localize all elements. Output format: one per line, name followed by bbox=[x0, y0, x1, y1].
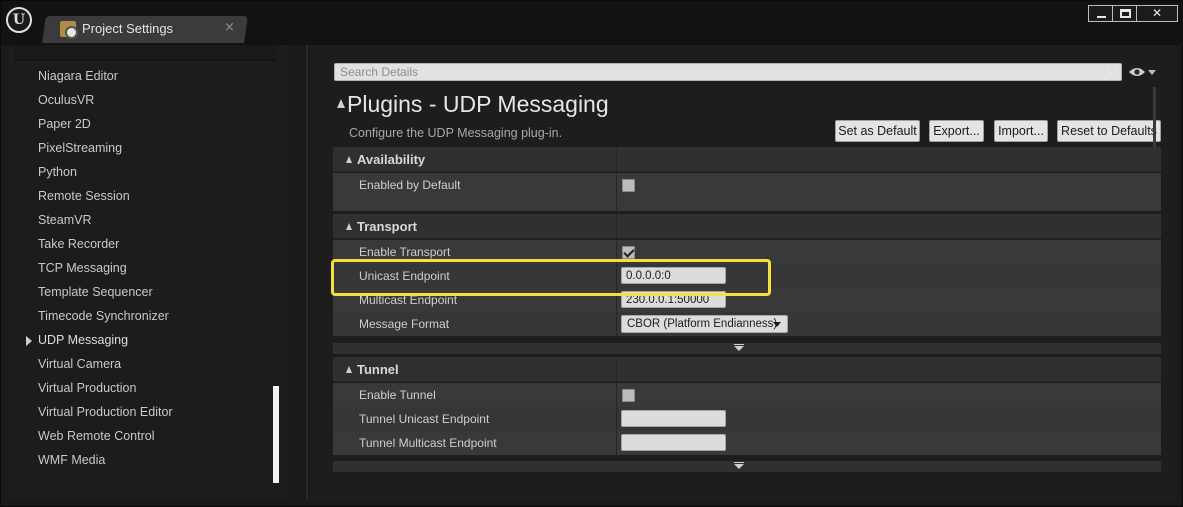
column-splitter[interactable] bbox=[616, 214, 617, 238]
property-tunnel-unicast-endpoint: Tunnel Unicast Endpoint bbox=[333, 407, 1161, 431]
column-splitter[interactable] bbox=[616, 264, 617, 288]
settings-icon bbox=[60, 21, 78, 39]
category-collapse-icon bbox=[346, 223, 352, 230]
column-splitter[interactable] bbox=[616, 173, 617, 211]
property-label: Multicast Endpoint bbox=[359, 293, 458, 307]
category-label: Tunnel bbox=[357, 362, 399, 377]
sidebar-item-virtual-production[interactable]: Virtual Production bbox=[38, 381, 136, 395]
property-label: Unicast Endpoint bbox=[359, 269, 450, 283]
property-enable-tunnel: Enable Tunnel bbox=[333, 383, 1161, 407]
column-splitter[interactable] bbox=[616, 240, 617, 264]
sidebar-item-take-recorder[interactable]: Take Recorder bbox=[38, 237, 119, 251]
view-options-chevron-down-icon[interactable] bbox=[1148, 70, 1156, 75]
sidebar-item-tcp-messaging[interactable]: TCP Messaging bbox=[38, 261, 127, 275]
property-label: Message Format bbox=[359, 317, 450, 331]
minimize-icon bbox=[1097, 16, 1106, 18]
sidebar-item-remote-session[interactable]: Remote Session bbox=[38, 189, 130, 203]
close-window-button[interactable]: ✕ bbox=[1136, 5, 1178, 22]
property-multicast-endpoint: Multicast Endpoint 230.0.0.1:50000 bbox=[333, 288, 1161, 312]
eye-icon[interactable] bbox=[1128, 66, 1146, 78]
sidebar-item-template-sequencer[interactable]: Template Sequencer bbox=[38, 285, 153, 299]
unreal-logo-icon: U bbox=[6, 7, 32, 33]
sidebar-header-strip bbox=[14, 45, 276, 61]
property-grid: Availability Enabled by Default Transpor… bbox=[333, 147, 1161, 472]
property-enabled-by-default: Enabled by Default bbox=[333, 173, 1161, 211]
sidebar-item-pixelstreaming[interactable]: PixelStreaming bbox=[38, 141, 122, 155]
advanced-expander[interactable] bbox=[333, 461, 1161, 472]
tab-close-icon[interactable]: × bbox=[224, 20, 235, 35]
sidebar-item-virtual-camera[interactable]: Virtual Camera bbox=[38, 357, 121, 371]
property-message-format: Message Format CBOR (Platform Endianness… bbox=[333, 312, 1161, 336]
sidebar-item-udp-messaging[interactable]: UDP Messaging bbox=[38, 333, 128, 347]
active-item-arrow-icon bbox=[26, 336, 32, 346]
column-splitter[interactable] bbox=[616, 357, 617, 381]
sidebar-item-wmf-media[interactable]: WMF Media bbox=[38, 453, 105, 467]
page-title: Plugins - UDP Messaging bbox=[347, 91, 609, 117]
sidebar-item-niagara-editor[interactable]: Niagara Editor bbox=[38, 69, 118, 83]
category-tunnel[interactable]: Tunnel bbox=[333, 357, 1161, 382]
column-splitter[interactable] bbox=[616, 288, 617, 312]
category-collapse-icon bbox=[346, 366, 352, 373]
project-settings-window: U Project Settings × ✕ Niagara Editor Ocu… bbox=[0, 0, 1183, 507]
sidebar-scrollbar-thumb[interactable] bbox=[273, 386, 279, 483]
set-as-default-button[interactable]: Set as Default bbox=[835, 120, 920, 142]
column-splitter[interactable] bbox=[616, 383, 617, 407]
property-label: Enable Transport bbox=[359, 245, 451, 259]
category-transport[interactable]: Transport bbox=[333, 214, 1161, 239]
page-description: Configure the UDP Messaging plug-in. bbox=[349, 126, 563, 140]
chevron-down-icon bbox=[773, 322, 781, 327]
reset-to-defaults-button[interactable]: Reset to Defaults bbox=[1057, 120, 1161, 142]
property-label: Enable Tunnel bbox=[359, 388, 436, 402]
property-enable-transport: Enable Transport bbox=[333, 240, 1161, 264]
message-format-dropdown[interactable]: CBOR (Platform Endianness) bbox=[621, 315, 788, 333]
search-input[interactable]: Search Details bbox=[334, 63, 1122, 81]
sidebar-item-oculusvr[interactable]: OculusVR bbox=[38, 93, 94, 107]
column-splitter[interactable] bbox=[616, 431, 617, 455]
minimize-button[interactable] bbox=[1088, 5, 1114, 22]
advanced-expander[interactable] bbox=[333, 343, 1161, 354]
enable-tunnel-checkbox[interactable] bbox=[622, 389, 635, 402]
property-label: Tunnel Multicast Endpoint bbox=[359, 436, 497, 450]
dropdown-value: CBOR (Platform Endianness) bbox=[627, 318, 778, 330]
import-button[interactable]: Import... bbox=[994, 120, 1048, 142]
title-bar: U Project Settings × ✕ bbox=[1, 1, 1183, 45]
sidebar-item-web-remote-control[interactable]: Web Remote Control bbox=[38, 429, 155, 443]
unicast-endpoint-input[interactable]: 0.0.0.0:0 bbox=[621, 267, 726, 284]
search-icon[interactable] bbox=[1104, 64, 1118, 80]
details-scrollbar[interactable] bbox=[1153, 87, 1156, 147]
expand-advanced-icon bbox=[734, 462, 744, 469]
column-splitter[interactable] bbox=[616, 147, 617, 171]
tunnel-multicast-endpoint-input[interactable] bbox=[621, 434, 726, 451]
sidebar-item-steamvr[interactable]: SteamVR bbox=[38, 213, 92, 227]
sidebar-item-virtual-production-editor[interactable]: Virtual Production Editor bbox=[38, 405, 173, 419]
sidebar-item-python[interactable]: Python bbox=[38, 165, 77, 179]
search-placeholder: Search Details bbox=[340, 65, 419, 79]
maximize-button[interactable] bbox=[1112, 5, 1138, 22]
tunnel-unicast-endpoint-input[interactable] bbox=[621, 410, 726, 427]
property-label: Tunnel Unicast Endpoint bbox=[359, 412, 490, 426]
property-tunnel-multicast-endpoint: Tunnel Multicast Endpoint bbox=[333, 431, 1161, 455]
maximize-icon bbox=[1120, 9, 1131, 18]
property-label: Enabled by Default bbox=[359, 178, 461, 192]
panel-divider[interactable] bbox=[306, 45, 308, 500]
export-button[interactable]: Export... bbox=[929, 120, 984, 142]
enable-transport-checkbox[interactable] bbox=[622, 246, 635, 259]
sidebar-item-timecode-synchronizer[interactable]: Timecode Synchronizer bbox=[38, 309, 169, 323]
multicast-endpoint-input[interactable]: 230.0.0.1:50000 bbox=[621, 291, 726, 308]
enabled-by-default-checkbox[interactable] bbox=[622, 179, 635, 192]
category-label: Transport bbox=[357, 219, 417, 234]
tab-project-settings[interactable]: Project Settings × bbox=[57, 16, 247, 43]
category-label: Availability bbox=[357, 152, 426, 167]
category-collapse-icon bbox=[346, 156, 352, 163]
collapse-triangle-icon[interactable] bbox=[337, 99, 345, 108]
expand-advanced-icon bbox=[734, 344, 744, 351]
tab-label: Project Settings bbox=[82, 21, 174, 36]
property-unicast-endpoint: Unicast Endpoint 0.0.0.0:0 bbox=[333, 264, 1161, 288]
category-availability[interactable]: Availability bbox=[333, 147, 1161, 172]
column-splitter[interactable] bbox=[616, 407, 617, 431]
sidebar-item-paper-2d[interactable]: Paper 2D bbox=[38, 117, 91, 131]
column-splitter[interactable] bbox=[616, 312, 617, 336]
